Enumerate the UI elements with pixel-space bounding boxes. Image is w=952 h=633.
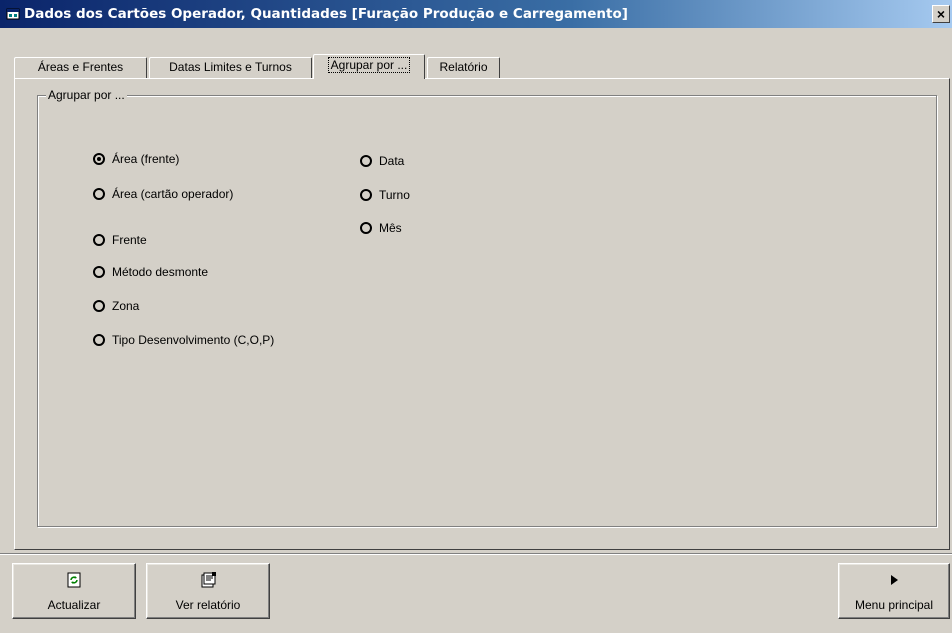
view-report-button[interactable]: Ver relatório [146, 563, 270, 619]
group-agrupar-por: Agrupar por ... Área (frente) Área (cart… [37, 88, 937, 527]
view-report-button-label: Ver relatório [175, 598, 241, 612]
window-title: Dados dos Cartões Operador, Quantidades … [24, 6, 628, 22]
tab-panel-agrupar: Agrupar por ... Área (frente) Área (cart… [14, 78, 950, 550]
divider [0, 553, 952, 555]
radio-label: Turno [379, 188, 410, 202]
radio-circle [93, 153, 105, 165]
close-icon: × [936, 6, 946, 22]
tab-label: Relatório [439, 60, 488, 74]
tab-relatorio[interactable]: Relatório [427, 57, 500, 78]
radio-label: Mês [379, 221, 402, 235]
radio-label: Data [379, 154, 405, 168]
refresh-button-label: Actualizar [47, 598, 101, 612]
radio-circle [360, 222, 372, 234]
main-menu-button-label: Menu principal [854, 598, 934, 612]
radio-label: Frente [112, 233, 147, 247]
refresh-icon [67, 572, 81, 588]
radio-circle [93, 188, 105, 200]
radio-label: Método desmonte [112, 265, 209, 279]
radio-circle [93, 234, 105, 246]
radio-circle [93, 266, 105, 278]
play-arrow-icon [891, 575, 898, 585]
radio-circle [93, 300, 105, 312]
radio-circle [360, 155, 372, 167]
radio-label: Tipo Desenvolvimento (C,O,P) [112, 333, 275, 347]
tab-agrupar-por[interactable]: Agrupar por ... [313, 54, 425, 79]
tab-datas-limites-turnos[interactable]: Datas Limites e Turnos [149, 57, 312, 78]
radio-circle [93, 334, 105, 346]
radio-label: Zona [112, 299, 140, 313]
report-icon [201, 572, 216, 588]
tab-label: Datas Limites e Turnos [169, 60, 292, 74]
close-button[interactable]: × [932, 5, 950, 23]
app-icon [6, 8, 20, 20]
tab-label: Agrupar por ... [327, 57, 411, 73]
window-title-bar: Dados dos Cartões Operador, Quantidades … [0, 0, 952, 28]
radio-circle [360, 189, 372, 201]
group-legend: Agrupar por ... [46, 88, 127, 102]
main-menu-button[interactable]: Menu principal [838, 563, 950, 619]
refresh-button[interactable]: Actualizar [12, 563, 136, 619]
radio-label: Área (frente) [112, 152, 180, 166]
tab-areas-frentes[interactable]: Áreas e Frentes [14, 57, 147, 78]
tab-label: Áreas e Frentes [37, 60, 124, 74]
radio-selected-dot [97, 157, 101, 161]
radio-label: Área (cartão operador) [112, 187, 234, 201]
